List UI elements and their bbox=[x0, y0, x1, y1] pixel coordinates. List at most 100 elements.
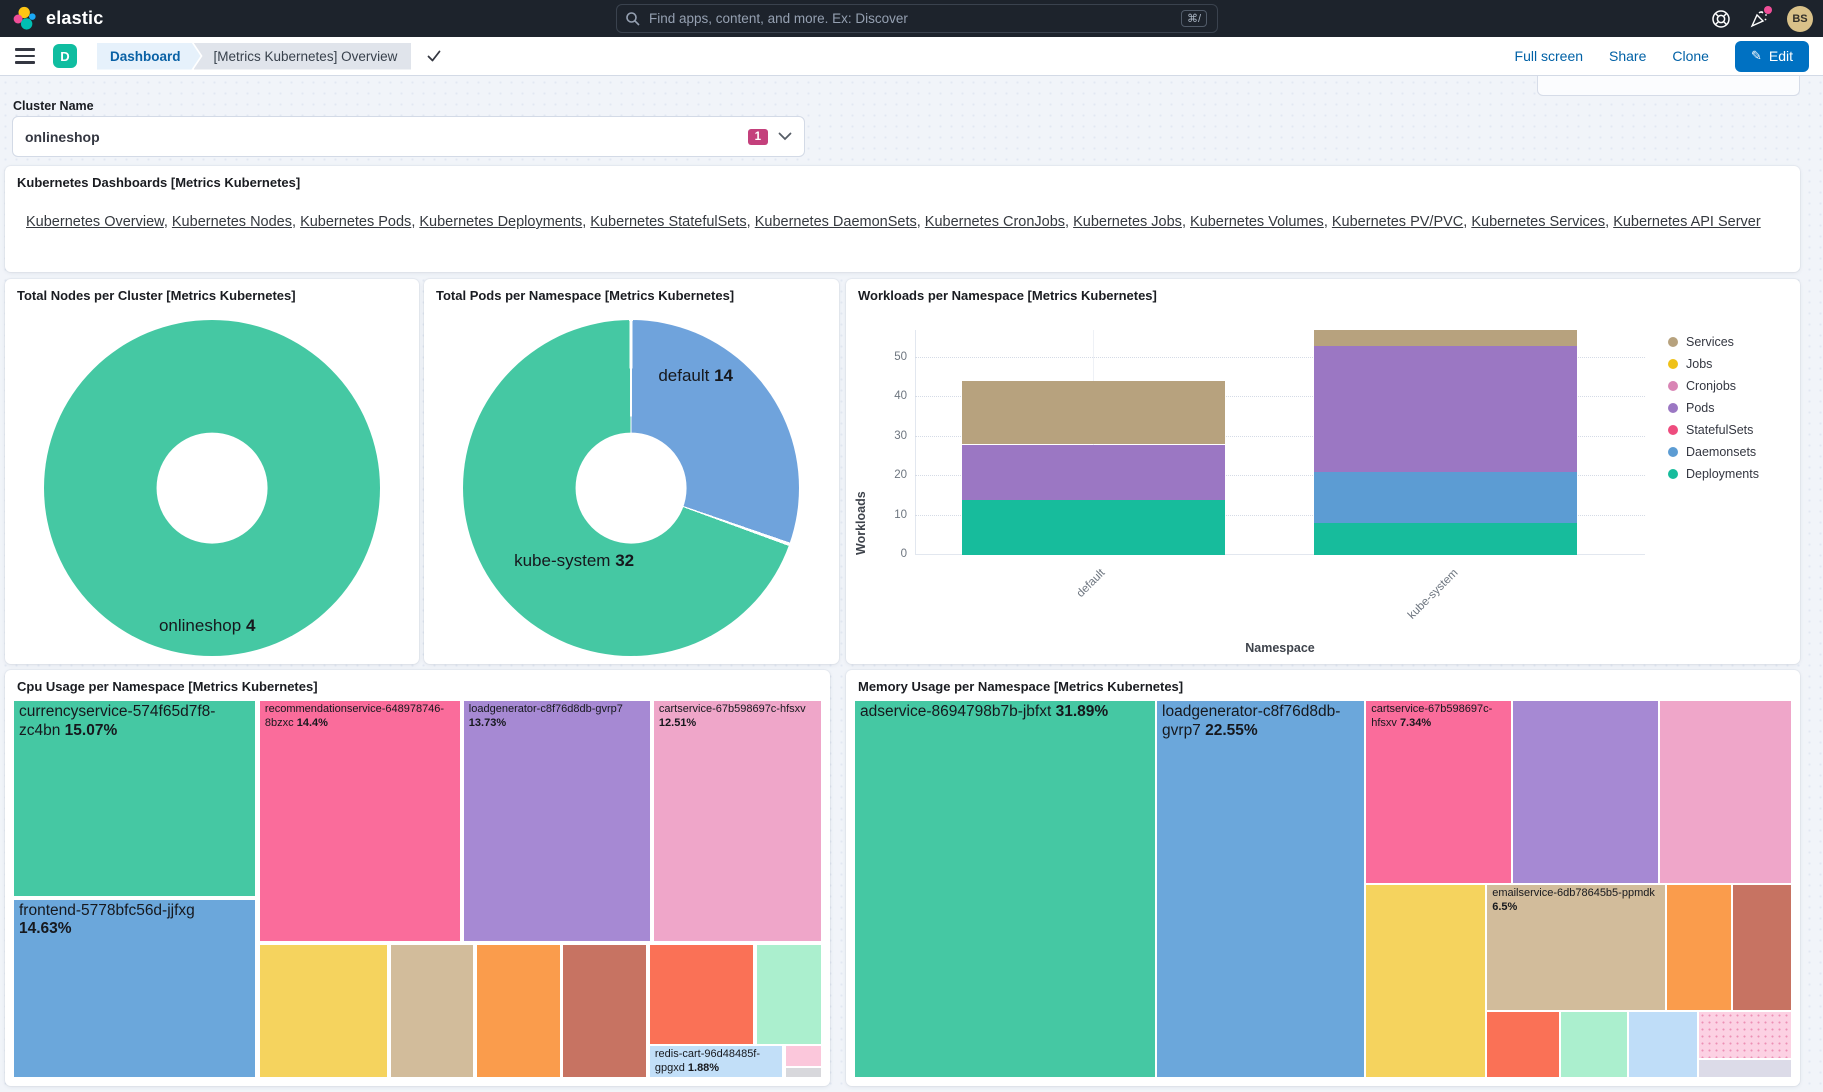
treemap-tile[interactable] bbox=[1698, 1011, 1792, 1059]
total-nodes-panel: Total Nodes per Cluster [Metrics Kuberne… bbox=[5, 279, 419, 664]
treemap-tile[interactable] bbox=[1732, 884, 1792, 1010]
legend-dot-icon bbox=[1668, 337, 1678, 347]
cpu-usage-panel: Cpu Usage per Namespace [Metrics Kuberne… bbox=[5, 670, 830, 1086]
treemap-tile[interactable] bbox=[649, 944, 754, 1045]
treemap-tile[interactable]: loadgenerator-c8f76d8db-gvrp7 13.73% bbox=[463, 700, 651, 942]
treemap-tile[interactable] bbox=[785, 1045, 822, 1066]
treemap-tile[interactable] bbox=[1512, 700, 1658, 884]
dashboard-link[interactable]: Kubernetes Jobs bbox=[1073, 214, 1182, 230]
dashboard-link[interactable]: Kubernetes CronJobs bbox=[925, 214, 1065, 230]
clone-button[interactable]: Clone bbox=[1672, 48, 1709, 64]
share-button[interactable]: Share bbox=[1609, 48, 1646, 64]
dashboard-link[interactable]: Kubernetes DaemonSets bbox=[755, 214, 917, 230]
bar-segment-pods[interactable] bbox=[1314, 346, 1577, 472]
treemap-tile[interactable] bbox=[1628, 1011, 1698, 1078]
news-feed-icon[interactable] bbox=[1749, 9, 1769, 29]
y-tick-label: 40 bbox=[869, 390, 907, 402]
edit-button[interactable]: ✎ Edit bbox=[1735, 41, 1809, 72]
treemap-tile[interactable] bbox=[1698, 1059, 1792, 1078]
menu-hamburger-icon[interactable] bbox=[15, 48, 35, 63]
legend-item-daemonsets[interactable]: Daemonsets bbox=[1668, 445, 1756, 459]
brand-name: elastic bbox=[46, 8, 103, 29]
bar-segment-services[interactable] bbox=[962, 381, 1225, 444]
treemap-tile[interactable] bbox=[1659, 700, 1792, 884]
treemap-tile[interactable] bbox=[1365, 884, 1486, 1078]
x-tick-label: kube-system bbox=[1406, 567, 1461, 622]
workloads-bar-chart: 01020304050defaultkube-systemWorkloadsNa… bbox=[846, 279, 1800, 664]
dashboard-app-tile[interactable]: D bbox=[53, 44, 77, 68]
legend-dot-icon bbox=[1668, 447, 1678, 457]
bar-segment-daemonsets[interactable] bbox=[1314, 472, 1577, 523]
treemap-tile[interactable] bbox=[1666, 884, 1732, 1010]
treemap-tile[interactable] bbox=[756, 944, 822, 1045]
dashboard-link[interactable]: Kubernetes Deployments bbox=[419, 214, 582, 230]
treemap-tile[interactable] bbox=[562, 944, 647, 1078]
nodes-donut-chart[interactable]: onlineshop 4 bbox=[5, 279, 419, 664]
slice-label: default 14 bbox=[658, 366, 733, 386]
legend-item-jobs[interactable]: Jobs bbox=[1668, 357, 1712, 371]
pods-donut-chart[interactable]: default 14 kube-system 32 bbox=[424, 279, 839, 664]
saved-check-icon[interactable] bbox=[425, 47, 443, 65]
donut[interactable]: default 14 kube-system 32 bbox=[463, 320, 799, 656]
kubernetes-dashboards-panel: Kubernetes Dashboards [Metrics Kubernete… bbox=[5, 166, 1800, 272]
treemap-tile[interactable]: cartservice-67b598697c-hfsxv 7.34% bbox=[1365, 700, 1512, 884]
dashboard-link[interactable]: Kubernetes Services bbox=[1471, 214, 1605, 230]
slice-label: onlineshop 4 bbox=[159, 616, 255, 636]
legend-item-pods[interactable]: Pods bbox=[1668, 401, 1715, 415]
tile-label: loadgenerator-c8f76d8db-gvrp7 22.55% bbox=[1157, 701, 1364, 742]
legend-item-services[interactable]: Services bbox=[1668, 335, 1734, 349]
user-avatar[interactable]: BS bbox=[1787, 6, 1813, 32]
global-search-input[interactable]: Find apps, content, and more. Ex: Discov… bbox=[616, 4, 1218, 33]
legend-label: Deployments bbox=[1686, 467, 1759, 481]
dashboard-link[interactable]: Kubernetes Nodes bbox=[172, 214, 292, 230]
slice-label: kube-system 32 bbox=[514, 551, 634, 571]
legend-label: Services bbox=[1686, 335, 1734, 349]
legend-item-cronjobs[interactable]: Cronjobs bbox=[1668, 379, 1736, 393]
treemap-tile[interactable]: loadgenerator-c8f76d8db-gvrp7 22.55% bbox=[1156, 700, 1365, 1078]
treemap-tile[interactable]: cartservice-67b598697c-hfsxv 12.51% bbox=[653, 700, 822, 942]
breadcrumb-dashboard[interactable]: Dashboard bbox=[97, 43, 201, 70]
bar-segment-deployments[interactable] bbox=[1314, 523, 1577, 555]
cluster-name-select[interactable]: onlineshop 1 bbox=[12, 116, 805, 157]
treemap-tile[interactable] bbox=[476, 944, 561, 1078]
treemap-tile[interactable]: currencyservice-574f65d7f8-zc4bn 15.07% bbox=[13, 700, 256, 897]
treemap-tile[interactable]: adservice-8694798b7b-jbfxt 31.89% bbox=[854, 700, 1156, 1078]
filter-label: Cluster Name bbox=[13, 99, 94, 113]
dashboard-link[interactable]: Kubernetes Volumes bbox=[1190, 214, 1324, 230]
y-axis-title: Workloads bbox=[854, 330, 868, 555]
pencil-icon: ✎ bbox=[1751, 48, 1762, 64]
elastic-logo-icon[interactable] bbox=[12, 6, 38, 32]
dashboard-link[interactable]: Kubernetes API Server bbox=[1613, 214, 1761, 230]
bar-segment-services[interactable] bbox=[1314, 330, 1577, 346]
treemap-tile[interactable]: emailservice-6db78645b5-ppmdk 6.5% bbox=[1486, 884, 1666, 1010]
dashboard-links: Kubernetes Overview, Kubernetes Nodes, K… bbox=[26, 214, 1761, 230]
treemap-tile[interactable] bbox=[259, 944, 388, 1078]
panel-title: Workloads per Namespace [Metrics Kuberne… bbox=[858, 288, 1157, 303]
treemap-tile[interactable] bbox=[1560, 1011, 1628, 1078]
dashboard-link[interactable]: Kubernetes Overview bbox=[26, 214, 164, 230]
legend-item-deployments[interactable]: Deployments bbox=[1668, 467, 1759, 481]
y-tick-label: 20 bbox=[869, 469, 907, 481]
treemap-tile[interactable] bbox=[785, 1067, 822, 1078]
treemap-tile[interactable] bbox=[1486, 1011, 1560, 1078]
workloads-panel: Workloads per Namespace [Metrics Kuberne… bbox=[846, 279, 1800, 664]
tile-label: loadgenerator-c8f76d8db-gvrp7 13.73% bbox=[464, 701, 650, 733]
help-icon[interactable] bbox=[1711, 9, 1731, 29]
treemap-tile[interactable]: recommendationservice-648978746-8bzxc 14… bbox=[259, 700, 461, 942]
y-tick-label: 30 bbox=[869, 430, 907, 442]
dashboard-link[interactable]: Kubernetes StatefulSets bbox=[590, 214, 746, 230]
donut[interactable]: onlineshop 4 bbox=[44, 320, 380, 656]
dashboard-link[interactable]: Kubernetes Pods bbox=[300, 214, 411, 230]
notification-dot bbox=[1764, 6, 1772, 14]
dashboard-link[interactable]: Kubernetes PV/PVC bbox=[1332, 214, 1463, 230]
plot-area bbox=[915, 330, 1645, 555]
full-screen-button[interactable]: Full screen bbox=[1515, 48, 1583, 64]
brand: elastic bbox=[0, 6, 103, 32]
bar-segment-pods[interactable] bbox=[962, 445, 1225, 500]
memory-usage-panel: Memory Usage per Namespace [Metrics Kube… bbox=[846, 670, 1800, 1086]
bar-segment-deployments[interactable] bbox=[962, 500, 1225, 555]
legend-item-statefulsets[interactable]: StatefulSets bbox=[1668, 423, 1753, 437]
treemap-tile[interactable]: redis-cart-96d48485f-gpgxd 1.88% bbox=[649, 1045, 783, 1078]
treemap-tile[interactable] bbox=[390, 944, 474, 1078]
treemap-tile[interactable]: frontend-5778bfc56d-jjfxg 14.63% bbox=[13, 899, 256, 1078]
